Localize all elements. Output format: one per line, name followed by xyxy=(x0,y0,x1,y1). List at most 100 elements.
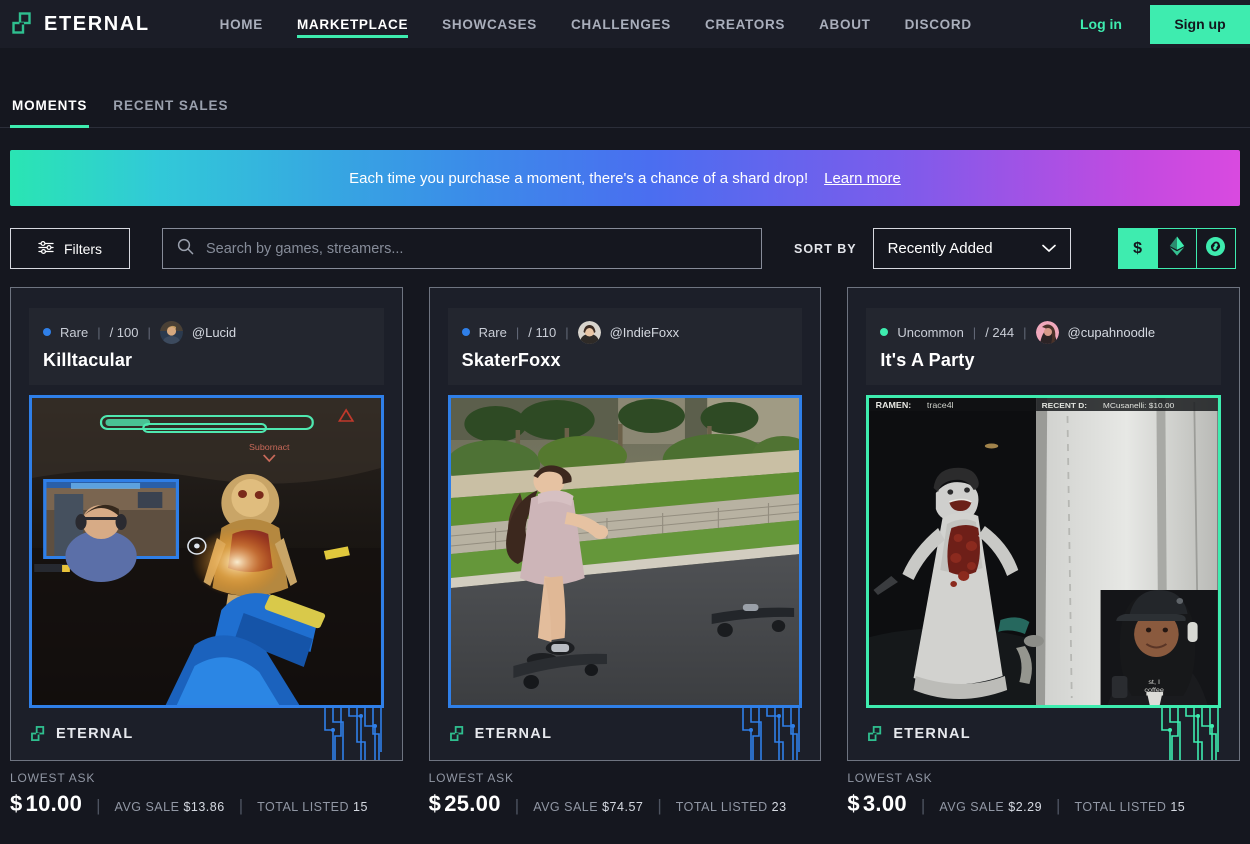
brand-logo[interactable]: ETERNAL xyxy=(12,12,150,36)
tab-moments[interactable]: MOMENTS xyxy=(10,90,90,128)
lowest-ask-label: LOWEST ASK xyxy=(428,771,514,785)
price-value: 10.00 xyxy=(25,791,83,816)
card-meta: Uncommon | / 244 | @cupahnoodle It's A P… xyxy=(866,308,1221,385)
meta-separator: | xyxy=(565,324,569,340)
card-title: SkaterFoxx xyxy=(461,350,561,370)
total-listed-value: 15 xyxy=(1170,800,1186,814)
circuit-trace-decoration xyxy=(738,708,802,760)
card-creator-handle[interactable]: @cupahnoodle xyxy=(1068,325,1156,340)
card-meta-row: Rare | / 100 | @Lucid xyxy=(43,320,370,344)
moment-card[interactable]: Rare | / 100 | @Lucid Killtacular Suborn… xyxy=(10,287,403,761)
nav-link-home[interactable]: HOME xyxy=(220,0,263,48)
eternal-squares-logo-icon xyxy=(12,12,38,36)
signup-button[interactable]: Sign up xyxy=(1150,4,1250,44)
sort-by-select[interactable]: Recently Added xyxy=(872,228,1071,269)
card-watermark-label: ETERNAL xyxy=(474,726,553,742)
stat-divider: | xyxy=(920,796,926,815)
currency-button-flow[interactable] xyxy=(1195,228,1236,269)
dollar-icon: $ xyxy=(1133,239,1143,257)
eternal-squares-logo-icon xyxy=(449,726,467,742)
nav-link-marketplace[interactable]: MARKETPLACE xyxy=(296,0,409,48)
avg-sale-stat: AVG SALE $2.29 xyxy=(939,800,1042,814)
card-meta-row: Rare | / 110 | @IndieFoxx xyxy=(461,320,789,344)
price-stats-row: $10.00 | AVG SALE $13.86 | TOTAL LISTED 15 xyxy=(10,791,403,817)
stat-divider: | xyxy=(514,796,520,815)
price-currency-symbol: $ xyxy=(10,791,23,816)
card-watermark-footer: ETERNAL xyxy=(29,708,384,760)
total-listed-label: TOTAL LISTED xyxy=(1074,800,1167,814)
search-input[interactable] xyxy=(206,240,747,257)
card-thumbnail[interactable]: Subornact xyxy=(29,395,384,708)
card-title: It's A Party xyxy=(880,350,975,370)
card-price-block: LOWEST ASK $10.00 | AVG SALE $13.86 | TOT… xyxy=(10,771,403,817)
total-listed-stat: TOTAL LISTED 15 xyxy=(1074,800,1185,814)
primary-nav: HOME MARKETPLACE SHOWCASES CHALLENGES CR… xyxy=(220,0,972,48)
moment-card[interactable]: Uncommon | / 244 | @cupahnoodle It's A P… xyxy=(847,287,1240,761)
lowest-ask-price: $10.00 xyxy=(10,791,82,817)
lowest-ask-price: $25.00 xyxy=(429,791,501,817)
top-navigation-bar: ETERNAL HOME MARKETPLACE SHOWCASES CHALL… xyxy=(0,0,1250,48)
stat-divider: | xyxy=(1056,796,1061,815)
card-watermark-footer: ETERNAL xyxy=(448,708,803,760)
price-stats-row: $3.00 | AVG SALE $2.29 | TOTAL LISTED 15 xyxy=(847,791,1240,817)
meta-separator: | xyxy=(972,324,977,340)
lowest-ask-price: $3.00 xyxy=(847,791,907,817)
moments-price-row: LOWEST ASK $10.00 | AVG SALE $13.86 | TOT… xyxy=(10,771,1240,817)
banner-learn-more-link[interactable]: Learn more xyxy=(824,170,901,187)
sort-by-label: SORT BY xyxy=(794,241,857,256)
moments-grid: Rare | / 100 | @Lucid Killtacular Suborn… xyxy=(10,287,1240,761)
avg-sale-stat: AVG SALE $13.86 xyxy=(115,800,225,814)
stat-divider: | xyxy=(96,796,101,815)
nav-account-actions: Log in Sign up xyxy=(1080,0,1250,48)
nav-link-showcases[interactable]: SHOWCASES xyxy=(442,0,537,48)
card-rarity: Rare xyxy=(478,324,507,340)
card-price-block: LOWEST ASK $3.00 | AVG SALE $2.29 | TOTAL… xyxy=(847,771,1240,817)
eternal-squares-logo-icon xyxy=(31,726,48,742)
card-thumbnail[interactable] xyxy=(447,395,803,708)
avg-sale-stat: AVG SALE $74.57 xyxy=(533,800,643,814)
total-listed-stat: TOTAL LISTED 23 xyxy=(676,800,787,814)
chain-link-icon xyxy=(1205,236,1226,262)
filters-button[interactable]: Filters xyxy=(10,228,130,269)
svg-text:MCusanelli: $10.00: MCusanelli: $10.00 xyxy=(1103,401,1175,410)
price-value: 3.00 xyxy=(862,791,907,816)
card-serial: / 244 xyxy=(985,324,1015,340)
nav-link-about[interactable]: ABOUT xyxy=(819,0,871,48)
stat-divider: | xyxy=(238,796,244,815)
rarity-dot-icon xyxy=(880,328,889,336)
price-currency-symbol: $ xyxy=(428,791,442,816)
card-creator-handle[interactable]: @Lucid xyxy=(192,325,236,340)
rarity-dot-icon xyxy=(43,328,51,336)
filters-button-label: Filters xyxy=(63,240,103,257)
card-thumbnail[interactable]: RAMEN: trace4l RECENT D: MCusanelli: $10… xyxy=(866,395,1221,708)
login-link[interactable]: Log in xyxy=(1080,16,1122,32)
card-meta: Rare | / 100 | @Lucid Killtacular xyxy=(29,308,384,385)
avatar[interactable] xyxy=(577,320,601,344)
circuit-trace-decoration xyxy=(1157,708,1221,760)
avg-sale-value: $74.57 xyxy=(602,800,644,814)
svg-text:RAMEN:: RAMEN: xyxy=(876,400,912,409)
card-rarity: Rare xyxy=(60,324,89,340)
svg-text:RECENT D:: RECENT D: xyxy=(1042,401,1087,410)
nav-link-challenges[interactable]: CHALLENGES xyxy=(571,0,671,48)
nav-link-discord[interactable]: DISCORD xyxy=(905,0,972,48)
moment-card[interactable]: Rare | / 110 | @IndieFoxx SkaterFoxx ETE… xyxy=(428,287,822,761)
search-box[interactable] xyxy=(162,228,762,269)
banner-message: Each time you purchase a moment, there's… xyxy=(349,169,809,187)
currency-button-usd[interactable]: $ xyxy=(1117,228,1158,269)
meta-separator: | xyxy=(147,324,151,340)
card-creator-handle[interactable]: @IndieFoxx xyxy=(610,325,680,340)
tab-recent-sales[interactable]: RECENT SALES xyxy=(111,90,230,127)
rarity-dot-icon xyxy=(461,328,470,336)
brand-name: ETERNAL xyxy=(44,12,150,35)
avg-sale-label: AVG SALE xyxy=(533,800,599,814)
currency-button-eth[interactable] xyxy=(1156,228,1197,269)
avg-sale-value: $2.29 xyxy=(1008,800,1043,814)
total-listed-value: 23 xyxy=(771,800,787,814)
currency-toggle-group: $ xyxy=(1117,228,1236,269)
avatar[interactable] xyxy=(1035,320,1059,344)
avatar[interactable] xyxy=(159,320,183,344)
card-price-block: LOWEST ASK $25.00 | AVG SALE $74.57 | TOT… xyxy=(429,771,822,817)
svg-text:st, I: st, I xyxy=(1149,679,1161,686)
nav-link-creators[interactable]: CREATORS xyxy=(705,0,785,48)
